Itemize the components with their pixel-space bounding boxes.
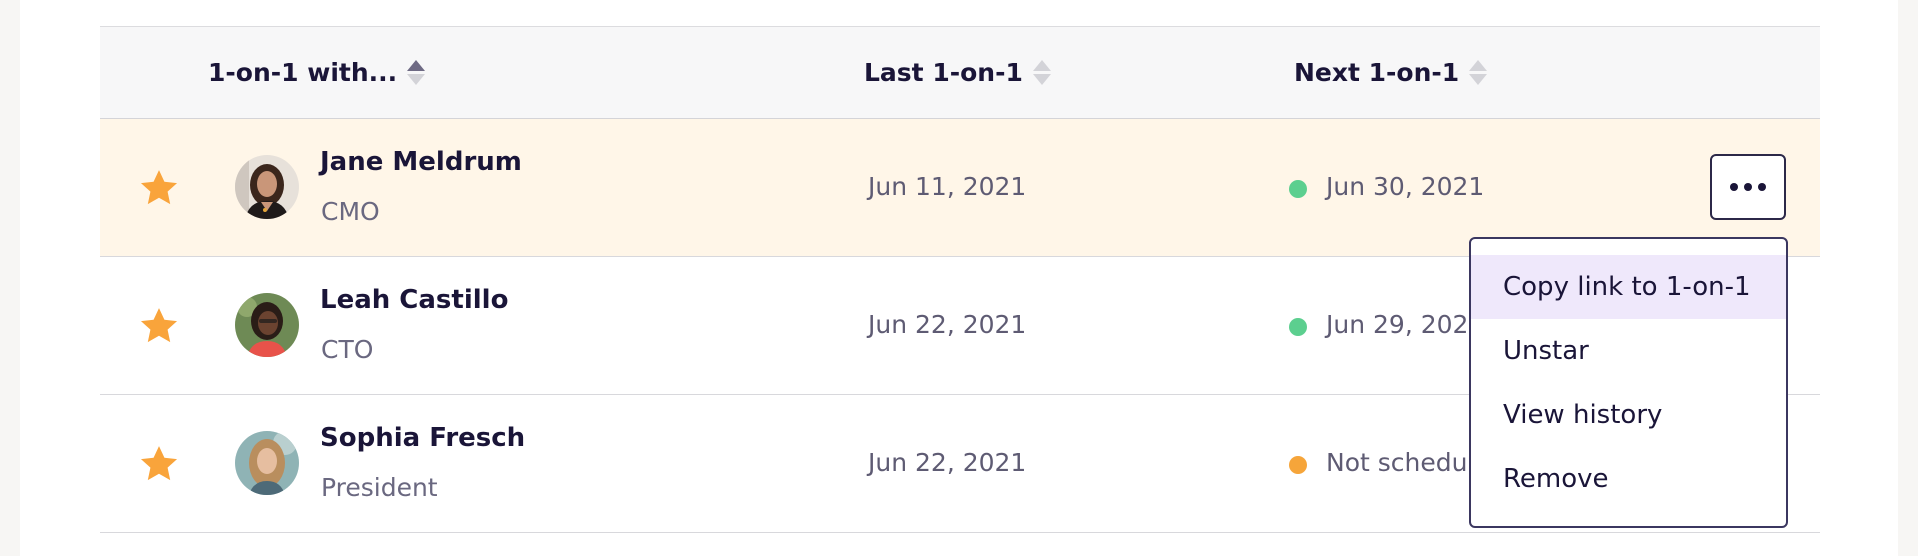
- menu-item-copy-link[interactable]: Copy link to 1-on-1: [1471, 255, 1786, 319]
- column-header-next-label: Next 1-on-1: [1294, 58, 1460, 87]
- column-header-last-label: Last 1-on-1: [864, 58, 1023, 87]
- next-one-on-one-date: Jun 30, 2021: [1326, 172, 1485, 201]
- person-role: CTO: [321, 335, 374, 364]
- status-dot: [1289, 318, 1307, 336]
- person-role: President: [321, 473, 438, 502]
- column-header-last[interactable]: Last 1-on-1: [864, 27, 1051, 118]
- one-on-ones-card: 1-on-1 with... Last 1-on-1 Next 1-on-1 J…: [20, 0, 1898, 556]
- next-one-on-one-date: Jun 29, 2021: [1326, 310, 1485, 339]
- last-one-on-one-date: Jun 22, 2021: [868, 448, 1027, 477]
- star-icon[interactable]: [138, 443, 180, 485]
- person-name[interactable]: Leah Castillo: [320, 285, 508, 315]
- menu-item-remove[interactable]: Remove: [1471, 447, 1786, 511]
- star-icon[interactable]: [138, 305, 180, 347]
- avatar: [235, 155, 299, 219]
- column-header-with-label: 1-on-1 with...: [208, 58, 398, 87]
- person-name[interactable]: Jane Meldrum: [320, 147, 522, 177]
- person-role: CMO: [321, 197, 380, 226]
- more-actions-button[interactable]: [1710, 154, 1786, 220]
- column-header-next[interactable]: Next 1-on-1: [1294, 27, 1488, 118]
- star-icon[interactable]: [138, 167, 180, 209]
- sort-icon[interactable]: [407, 60, 426, 85]
- status-dot: [1289, 180, 1307, 198]
- status-dot: [1289, 456, 1307, 474]
- menu-item-unstar[interactable]: Unstar: [1471, 319, 1786, 383]
- menu-item-view-history[interactable]: View history: [1471, 383, 1786, 447]
- sort-icon[interactable]: [1469, 60, 1488, 85]
- column-header-with[interactable]: 1-on-1 with...: [208, 27, 426, 118]
- more-horizontal-icon: [1730, 183, 1738, 191]
- avatar: [235, 431, 299, 495]
- person-name[interactable]: Sophia Fresch: [320, 423, 525, 453]
- table-header: 1-on-1 with... Last 1-on-1 Next 1-on-1: [100, 26, 1820, 119]
- sort-icon[interactable]: [1032, 60, 1051, 85]
- row-actions-menu: Copy link to 1-on-1 Unstar View history …: [1469, 237, 1788, 528]
- last-one-on-one-date: Jun 22, 2021: [868, 310, 1027, 339]
- avatar: [235, 293, 299, 357]
- last-one-on-one-date: Jun 11, 2021: [868, 172, 1027, 201]
